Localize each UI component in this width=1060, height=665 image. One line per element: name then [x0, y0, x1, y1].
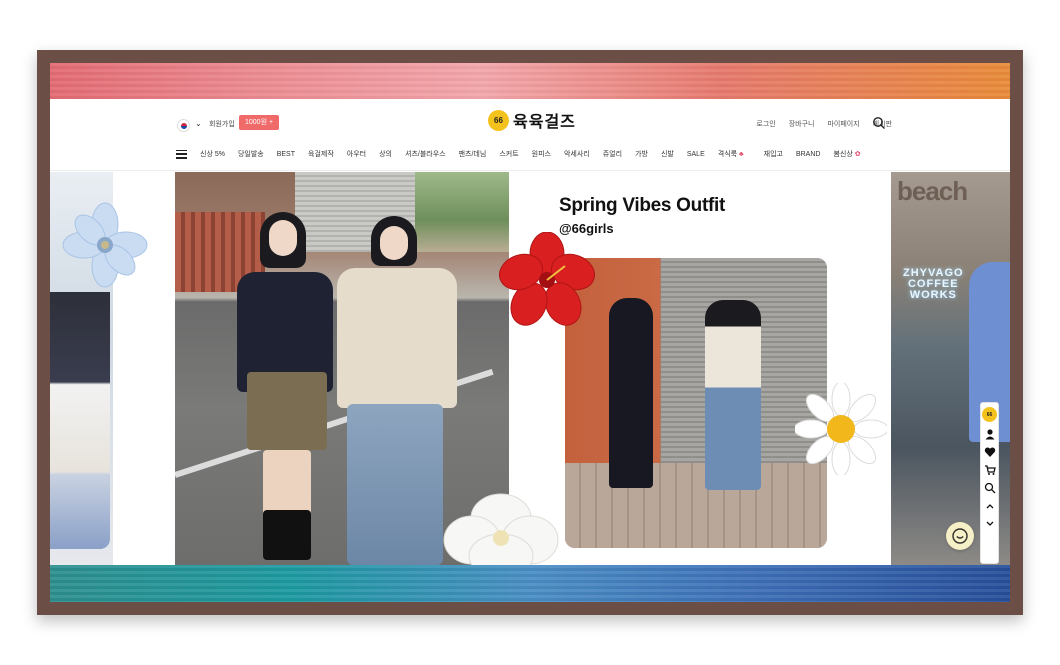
site-logo[interactable]: 66 육육걸즈: [488, 108, 576, 132]
nav-item-formal[interactable]: 격식룩 ♣: [718, 149, 744, 159]
nav-item-outer[interactable]: 아우터: [347, 149, 366, 159]
cart-link[interactable]: 장바구니: [789, 119, 815, 129]
tulip-icon: ♣: [739, 151, 744, 158]
nav-item-shoes[interactable]: 신발: [661, 149, 674, 159]
cart-icon[interactable]: [984, 464, 996, 476]
chat-button[interactable]: [946, 522, 974, 550]
search-icon[interactable]: [984, 482, 996, 494]
heart-icon[interactable]: [984, 446, 996, 458]
nav-item-formal-label: 격식룩: [717, 151, 738, 158]
watercolor-band-top: [50, 63, 1010, 99]
nav-item-best[interactable]: BEST: [277, 151, 295, 158]
left-slide-photo: [50, 292, 110, 549]
nav-item-new[interactable]: 신상 5%: [200, 149, 225, 159]
hero-banner[interactable]: Spring Vibes Outfit @66girls beach ZHYVA…: [50, 172, 1010, 565]
join-link[interactable]: 회원가입: [209, 119, 235, 129]
daisy-sticker: [795, 383, 887, 475]
arrow-down-icon[interactable]: [984, 518, 996, 530]
quick-menu-bar: 66: [980, 402, 999, 564]
nav-item-made[interactable]: 육걸제작: [308, 149, 334, 159]
korea-flag-icon[interactable]: [177, 119, 190, 132]
join-reward-badge[interactable]: 1000원 +: [239, 115, 280, 130]
search-icon[interactable]: [872, 116, 886, 130]
logo-mark-icon: 66: [488, 109, 509, 131]
nav-item-same-day[interactable]: 당일발송: [238, 149, 264, 159]
site-header: ⌄ 회원가입 1000원 + 66 육육걸즈 로그인 장바구니 마이페이지 게시…: [50, 99, 1010, 171]
nav-item-bag[interactable]: 가방: [635, 149, 648, 159]
main-nav: 신상 5% 당일발송 BEST 육걸제작 아우터 상의 셔츠/블라우스 팬츠/데…: [176, 149, 874, 159]
nav-item-top[interactable]: 상의: [379, 149, 392, 159]
mypage-link[interactable]: 마이페이지: [827, 119, 859, 129]
login-link[interactable]: 로그인: [756, 119, 775, 129]
white-flower-sticker: [443, 493, 559, 565]
neon-sign: ZHYVAGO COFFEE WORKS: [903, 268, 964, 301]
nav-item-dress[interactable]: 원피스: [532, 149, 551, 159]
cafe-sign-text: beach: [897, 176, 968, 206]
nav-item-sale[interactable]: SALE: [687, 151, 705, 158]
website-screenshot: ⌄ 회원가입 1000원 + 66 육육걸즈 로그인 장바구니 마이페이지 게시…: [50, 63, 1010, 602]
logo-text: 육육걸즈: [513, 114, 576, 131]
nav-item-accessory[interactable]: 악세사리: [564, 149, 590, 159]
chat-icon: [952, 528, 968, 544]
flower-icon: ✿: [854, 151, 861, 158]
nav-item-spring[interactable]: 봄신상 ✿: [833, 149, 860, 159]
nav-item-brand[interactable]: BRAND: [796, 151, 821, 158]
menu-icon[interactable]: [176, 149, 187, 159]
quick-logo-icon[interactable]: 66: [982, 407, 997, 422]
picture-frame: ⌄ 회원가입 1000원 + 66 육육걸즈 로그인 장바구니 마이페이지 게시…: [37, 50, 1023, 615]
banner-title: Spring Vibes Outfit: [559, 195, 726, 216]
neon-line-3: WORKS: [909, 289, 957, 301]
chevron-down-icon[interactable]: ⌄: [195, 119, 202, 128]
red-hibiscus-sticker: [499, 232, 595, 326]
blue-flower-sticker: [62, 202, 148, 288]
nav-item-jewelry[interactable]: 쥬얼리: [603, 149, 622, 159]
nav-item-pants[interactable]: 팬츠/데님: [459, 149, 487, 159]
nav-item-skirt[interactable]: 스커트: [499, 149, 518, 159]
nav-item-restock[interactable]: 재입고: [764, 149, 783, 159]
watercolor-band-bottom: [50, 565, 1010, 602]
nav-item-shirts[interactable]: 셔츠/블라우스: [405, 149, 446, 159]
user-icon[interactable]: [984, 428, 996, 440]
secondary-outfit-photo: [565, 258, 827, 548]
arrow-up-icon[interactable]: [984, 500, 996, 512]
nav-item-spring-label: 봄신상: [833, 151, 853, 158]
